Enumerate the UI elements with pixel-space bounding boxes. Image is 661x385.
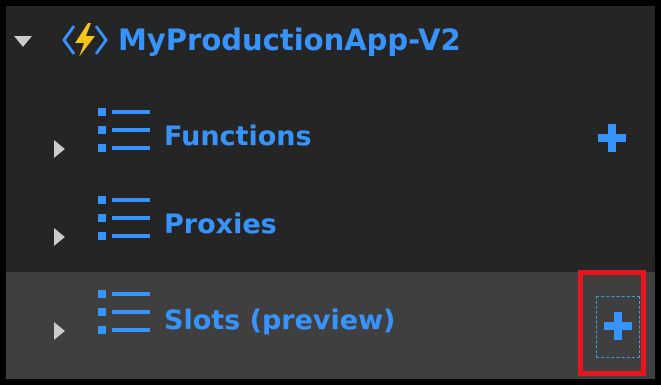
tree-item-label: Slots (preview) (164, 305, 396, 336)
tree-item-slots[interactable]: Slots (preview) (6, 272, 655, 379)
tree-root-node[interactable]: MyProductionApp-V2 (6, 6, 655, 76)
tree-item-proxies[interactable]: Proxies (6, 184, 655, 280)
highlight-box (578, 270, 646, 376)
add-function-button[interactable] (598, 124, 626, 156)
explorer-tree: MyProductionApp-V2 Functions Proxies Slo… (6, 6, 655, 379)
tree-item-functions[interactable]: Functions (6, 88, 655, 184)
list-icon (98, 290, 150, 338)
list-icon (98, 196, 150, 244)
plus-icon (598, 124, 626, 152)
collapse-arrow-icon[interactable] (54, 322, 65, 340)
list-icon (98, 108, 150, 156)
tree-root-label: MyProductionApp-V2 (118, 23, 461, 57)
tree-item-label: Functions (164, 121, 312, 152)
tree-item-label: Proxies (164, 209, 277, 240)
collapse-arrow-icon[interactable] (54, 228, 65, 246)
expand-arrow-icon[interactable] (14, 36, 32, 47)
function-app-icon (60, 20, 110, 64)
collapse-arrow-icon[interactable] (54, 140, 65, 158)
